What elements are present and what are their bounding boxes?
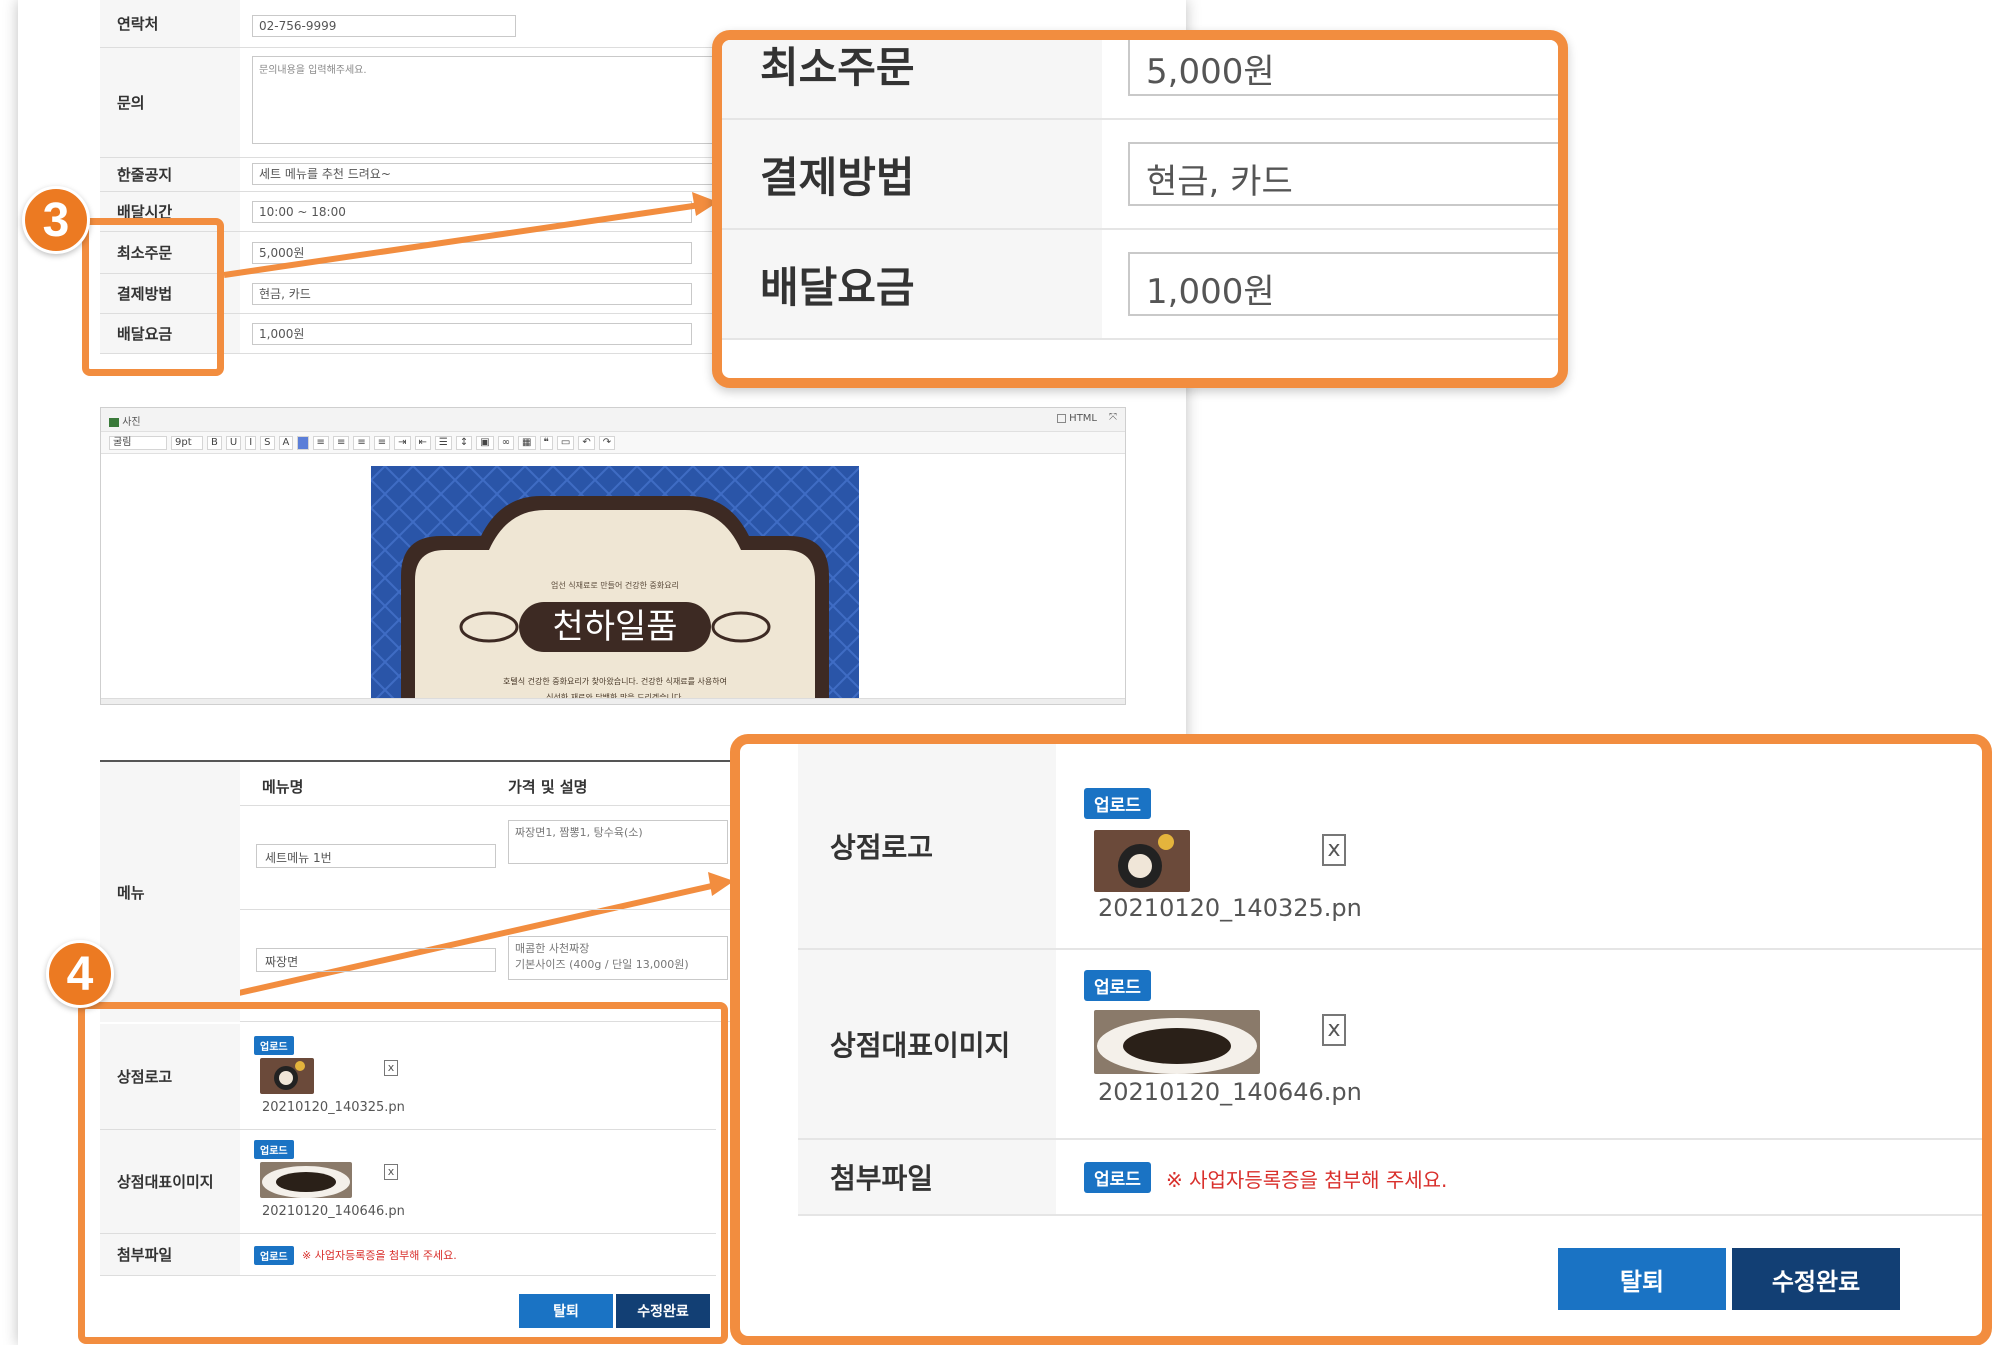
zoom-store-image-thumbnail <box>1094 1010 1260 1074</box>
expand-icon[interactable]: ⤧ <box>1109 412 1117 423</box>
menu-desc-line-1: 매콤한 사천짜장 <box>515 942 590 955</box>
zoom-min-order-input[interactable]: 5,000원 <box>1128 40 1558 96</box>
bg-color-icon[interactable] <box>297 435 309 450</box>
menu-name-input[interactable]: 세트메뉴 1번 <box>256 844 496 868</box>
html-checkbox[interactable] <box>1056 413 1066 423</box>
zoom-upload-button[interactable]: 업로드 <box>1084 1162 1151 1193</box>
editor-resize-bar[interactable] <box>101 698 1125 704</box>
menu-name-input[interactable]: 짜장면 <box>256 948 496 972</box>
underline-icon[interactable]: U <box>225 435 242 450</box>
step-badge-4: 4 <box>46 940 114 1008</box>
zoom-label-store-logo: 상점로고 <box>798 744 1056 948</box>
label-menu: 메뉴 <box>100 760 240 1022</box>
menu-desc-line-2: 기본사이즈 (400g / 단일 13,000원) <box>515 958 689 971</box>
arrow-3-line <box>223 202 701 278</box>
editor-header: 사진 HTML ⤧ <box>101 408 1125 432</box>
zoom-delivery-fee-input[interactable]: 1,000원 <box>1128 252 1558 316</box>
poster-line-1: 호텔식 건강한 중화요리가 찾아왔습니다. 건강한 식재료를 사용하여 <box>503 676 727 686</box>
col-menu-name: 메뉴명 <box>262 778 304 796</box>
align-center-icon[interactable]: ≡ <box>332 435 350 450</box>
menu-poster-image: 엄선 식재료로 만들어 건강한 중화요리 천하일품 호텔식 건강한 중화요리가 … <box>371 466 859 704</box>
table-icon[interactable]: ▦ <box>518 435 536 450</box>
zoom-remove-image-icon[interactable]: x <box>1322 1014 1346 1046</box>
html-toggle[interactable]: HTML <box>1056 413 1097 424</box>
zoom-payment-input[interactable]: 현금, 카드 <box>1128 142 1558 206</box>
zoom-label-delivery-fee: 배달요금 <box>722 230 1102 338</box>
outdent-icon[interactable]: ⇤ <box>414 435 431 450</box>
html-toggle-label: HTML <box>1069 413 1097 424</box>
bold-icon[interactable]: B <box>207 435 222 450</box>
rich-text-editor[interactable]: 사진 HTML ⤧ 굴림 9pt B U I S A ≡ ≡ ≡ ≡ ⇥ ⇤ ☰… <box>100 407 1126 705</box>
font-select[interactable]: 굴림 <box>109 435 167 450</box>
menu-desc-textarea[interactable]: 짜장면1, 짬뽕1, 탕수육(소) <box>508 820 728 864</box>
indent-icon[interactable]: ⇥ <box>394 435 411 450</box>
font-color-icon[interactable]: A <box>278 435 294 450</box>
zoom-remove-logo-icon[interactable]: x <box>1322 834 1346 866</box>
zoom-save-button[interactable]: 수정완료 <box>1732 1248 1900 1310</box>
quote-icon[interactable]: ❝ <box>539 435 553 450</box>
size-select[interactable]: 9pt <box>171 435 203 450</box>
menu-desc-textarea[interactable]: 매콤한 사천짜장 기본사이즈 (400g / 단일 13,000원) <box>508 936 728 980</box>
zoom-row-payment: 결제방법 현금, 카드 <box>722 120 1558 230</box>
zoom-withdraw-button[interactable]: 탈퇴 <box>1558 1248 1726 1310</box>
zoom-upload-button[interactable]: 업로드 <box>1084 788 1151 819</box>
zoom-label-min-order: 최소주문 <box>722 40 1102 118</box>
photo-insert-icon[interactable]: ▭ <box>556 435 575 450</box>
zoom-row-delivery-fee: 배달요금 1,000원 <box>722 230 1558 340</box>
line-height-icon[interactable]: ↕ <box>455 435 473 450</box>
poster-title: 천하일품 <box>552 607 677 647</box>
editor-photo-label[interactable]: 사진 <box>122 417 140 428</box>
list-icon[interactable]: ☰ <box>434 435 452 450</box>
editor-toolbar: 굴림 9pt B U I S A ≡ ≡ ≡ ≡ ⇥ ⇤ ☰ ↕ ▣ ∞ ▦ ❝… <box>101 432 1125 454</box>
zoom-row-min-order: 최소주문 5,000원 <box>722 40 1558 120</box>
photo-icon <box>109 417 119 427</box>
align-justify-icon[interactable]: ≡ <box>373 435 391 450</box>
col-price-desc: 가격 및 설명 <box>508 778 588 796</box>
zoom-logo-filename: 20210120_140325.pn <box>1098 894 1362 922</box>
zoom-image-filename: 20210120_140646.pn <box>1098 1078 1362 1106</box>
poster-top-text: 엄선 식재료로 만들어 건강한 중화요리 <box>551 580 679 590</box>
strike-icon[interactable]: S <box>260 435 275 450</box>
image-insert-icon[interactable]: ▣ <box>476 435 494 450</box>
redo-icon[interactable]: ↷ <box>598 435 616 450</box>
zoom-upload-button[interactable]: 업로드 <box>1084 970 1151 1001</box>
zoom-label-payment: 결제방법 <box>722 120 1102 228</box>
zoom-logo-thumbnail <box>1094 830 1190 892</box>
align-right-icon[interactable]: ≡ <box>353 435 370 450</box>
zoom-label-store-image: 상점대표이미지 <box>798 950 1056 1138</box>
screenshot-stage: 연락처 02-756-9999 문의 문의내용을 입력해주세요. 한줄공지 세트… <box>0 0 1998 1345</box>
poster-art: 엄선 식재료로 만들어 건강한 중화요리 천하일품 호텔식 건강한 중화요리가 … <box>371 466 859 704</box>
align-left-icon[interactable]: ≡ <box>312 435 329 450</box>
zoom-row-attachment: 첨부파일 업로드 ※ 사업자등록증을 첨부해 주세요. <box>798 1140 1982 1216</box>
menu-desc-line-1: 짜장면1, 짬뽕1, 탕수육(소) <box>515 826 643 839</box>
zoom-label-attachment: 첨부파일 <box>798 1140 1056 1214</box>
link-icon[interactable]: ∞ <box>497 435 515 450</box>
zoom-row-store-logo: 상점로고 업로드 x 20210120_140325.pn <box>798 744 1982 950</box>
undo-icon[interactable]: ↶ <box>578 435 595 450</box>
zoom-row-store-image: 상점대표이미지 업로드 x 20210120_140646.pn <box>798 950 1982 1140</box>
zoom-callout-4: 상점로고 업로드 x 20210120_140325.pn 상점대표이미지 업로… <box>730 734 1992 1345</box>
zoom-attachment-warning: ※ 사업자등록증을 첨부해 주세요. <box>1166 1168 1448 1192</box>
highlight-box-4 <box>78 1002 728 1344</box>
italic-icon[interactable]: I <box>245 435 257 450</box>
zoom-callout-3: 최소주문 5,000원 결제방법 현금, 카드 배달요금 1,000원 <box>712 30 1568 388</box>
